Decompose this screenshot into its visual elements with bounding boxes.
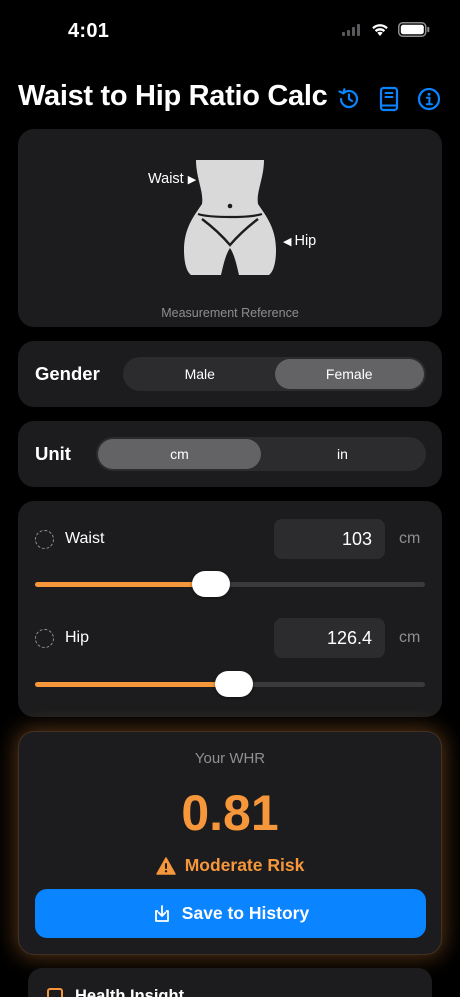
unit-option-cm[interactable]: cm <box>98 439 261 469</box>
body-figure-illustration <box>184 160 276 275</box>
waist-unit: cm <box>399 530 421 547</box>
unit-label: Unit <box>35 443 71 464</box>
risk-label: Moderate Risk <box>184 855 305 875</box>
hip-circle-icon <box>35 629 54 648</box>
gender-option-female[interactable]: Female <box>274 359 424 389</box>
measurement-reference-card: Waist ▶ ◀ Hip Measurement Reference <box>18 129 442 327</box>
whr-value: 0.81 <box>181 785 279 841</box>
measurements-card: Waist 103 cm Hip 126.4 cm <box>18 501 442 717</box>
unit-segmented-control: cm in <box>96 437 426 471</box>
gender-option-male[interactable]: Male <box>125 359 275 389</box>
waist-label: Waist <box>65 530 105 547</box>
hip-label: Hip <box>65 629 90 646</box>
hip-slider-fill <box>35 682 234 687</box>
unit-option-in[interactable]: in <box>261 439 424 469</box>
waist-reference-label: Waist ▶ <box>148 171 197 187</box>
risk-status: Moderate Risk <box>19 855 441 876</box>
hip-slider[interactable] <box>35 671 425 697</box>
insight-title: Health Insight <box>75 987 185 997</box>
wifi-icon <box>372 24 388 36</box>
status-bar: 4:01 <box>0 0 460 60</box>
save-to-history-button[interactable]: Save to History <box>35 889 426 938</box>
reference-caption: Measurement Reference <box>161 306 299 320</box>
hip-unit: cm <box>399 629 421 646</box>
warning-icon <box>155 856 176 875</box>
gender-card: Gender Male Female <box>18 341 442 407</box>
header-actions <box>336 86 442 112</box>
waist-input[interactable]: 103 <box>274 519 385 559</box>
gender-label: Gender <box>35 363 100 384</box>
battery-icon <box>398 22 430 37</box>
result-card: Your WHR 0.81 Moderate Risk Save to Hist… <box>18 731 442 955</box>
save-download-icon <box>154 904 169 922</box>
whr-label: Your WHR <box>194 750 266 767</box>
signal-icon <box>342 23 360 36</box>
hip-slider-thumb[interactable] <box>214 671 253 697</box>
arrow-right-icon: ▶ <box>187 173 197 186</box>
waist-slider[interactable] <box>35 571 425 597</box>
insight-icon <box>47 988 63 997</box>
status-icons <box>342 22 430 37</box>
gender-segmented-control: Male Female <box>123 357 426 391</box>
status-time: 4:01 <box>68 20 110 42</box>
hip-reference-label: ◀ Hip <box>283 233 317 249</box>
info-icon[interactable] <box>416 86 442 112</box>
arrow-left-icon: ◀ <box>283 235 292 248</box>
history-icon[interactable] <box>336 86 362 112</box>
waist-slider-fill <box>35 582 211 587</box>
unit-card: Unit cm in <box>18 421 442 487</box>
page-title: Waist to Hip Ratio Calc <box>18 80 328 112</box>
waist-slider-thumb[interactable] <box>191 571 230 597</box>
book-icon[interactable] <box>376 86 402 112</box>
hip-input[interactable]: 126.4 <box>274 618 385 658</box>
health-insight-card: Health Insight <box>28 968 432 997</box>
waist-circle-icon <box>35 530 54 549</box>
save-button-label: Save to History <box>181 903 310 923</box>
